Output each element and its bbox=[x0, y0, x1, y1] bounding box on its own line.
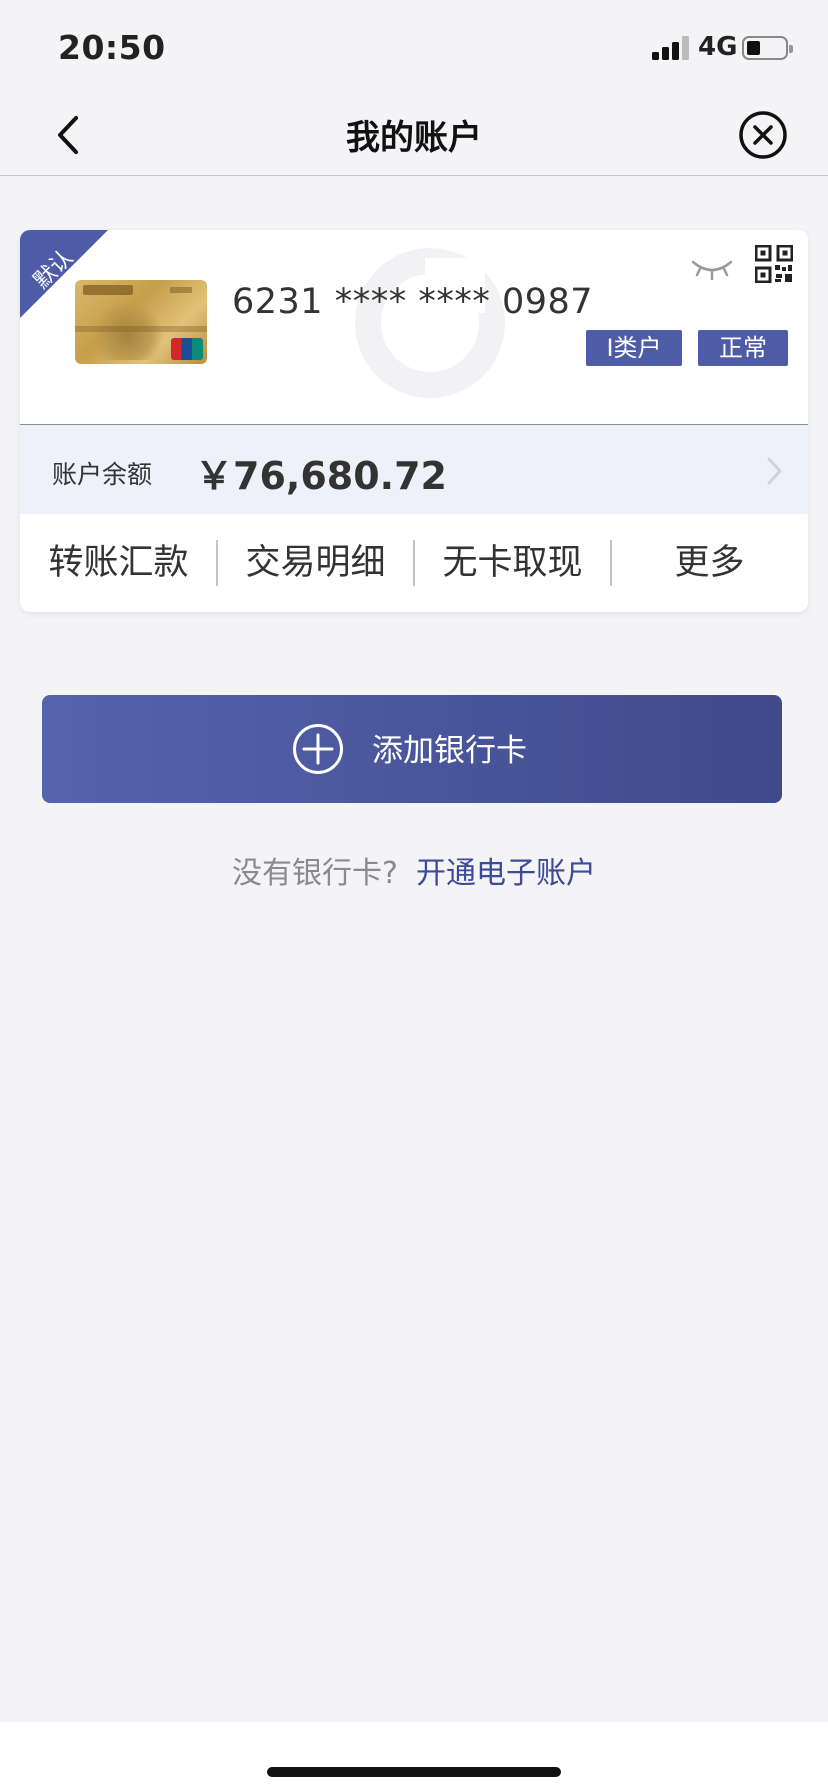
account-card[interactable]: 默认 6231 **** **** 0987 I类户 正常 账户余额 ￥76,6… bbox=[20, 230, 808, 612]
home-indicator-area bbox=[0, 1722, 828, 1792]
home-indicator[interactable] bbox=[267, 1767, 561, 1777]
transfer-button[interactable]: 转账汇款 bbox=[20, 514, 217, 612]
close-circle-icon bbox=[739, 111, 787, 159]
chevron-right-icon bbox=[767, 457, 782, 485]
quick-actions: 转账汇款 交易明细 无卡取现 更多 bbox=[20, 514, 808, 612]
transaction-details-button[interactable]: 交易明细 bbox=[217, 514, 414, 612]
open-e-account-link[interactable]: 开通电子账户 bbox=[416, 856, 596, 891]
status-bar: 20:50 4G bbox=[0, 0, 828, 96]
card-number: 6231 **** **** 0987 bbox=[232, 282, 594, 322]
page-title: 我的账户 bbox=[346, 118, 482, 158]
more-button[interactable]: 更多 bbox=[611, 514, 808, 612]
battery-icon bbox=[742, 36, 793, 60]
nav-bar: 我的账户 bbox=[0, 96, 828, 176]
account-type-badge: I类户 bbox=[586, 330, 682, 366]
qr-code-icon[interactable] bbox=[755, 245, 793, 283]
network-type: 4G bbox=[698, 32, 738, 62]
account-status-badge: 正常 bbox=[698, 330, 788, 366]
balance-row[interactable]: 账户余额 ￥76,680.72 bbox=[20, 424, 808, 514]
open-account-prompt: 没有银行卡? 开通电子账户 bbox=[0, 848, 828, 892]
add-bank-card-button[interactable]: 添加银行卡 bbox=[42, 695, 782, 803]
bank-card-image bbox=[75, 280, 207, 364]
add-bank-card-label: 添加银行卡 bbox=[372, 733, 527, 769]
no-card-question: 没有银行卡? bbox=[232, 856, 398, 891]
status-time: 20:50 bbox=[58, 28, 166, 67]
cardless-withdrawal-button[interactable]: 无卡取现 bbox=[414, 514, 611, 612]
signal-icon bbox=[652, 36, 690, 60]
balance-label: 账户余额 bbox=[52, 460, 153, 489]
eye-closed-icon[interactable] bbox=[690, 252, 734, 282]
balance-amount: ￥76,680.72 bbox=[195, 454, 447, 498]
unionpay-logo bbox=[171, 338, 203, 360]
close-button[interactable] bbox=[738, 110, 788, 160]
plus-circle-icon bbox=[293, 724, 343, 774]
bank-logo-watermark bbox=[355, 248, 505, 398]
